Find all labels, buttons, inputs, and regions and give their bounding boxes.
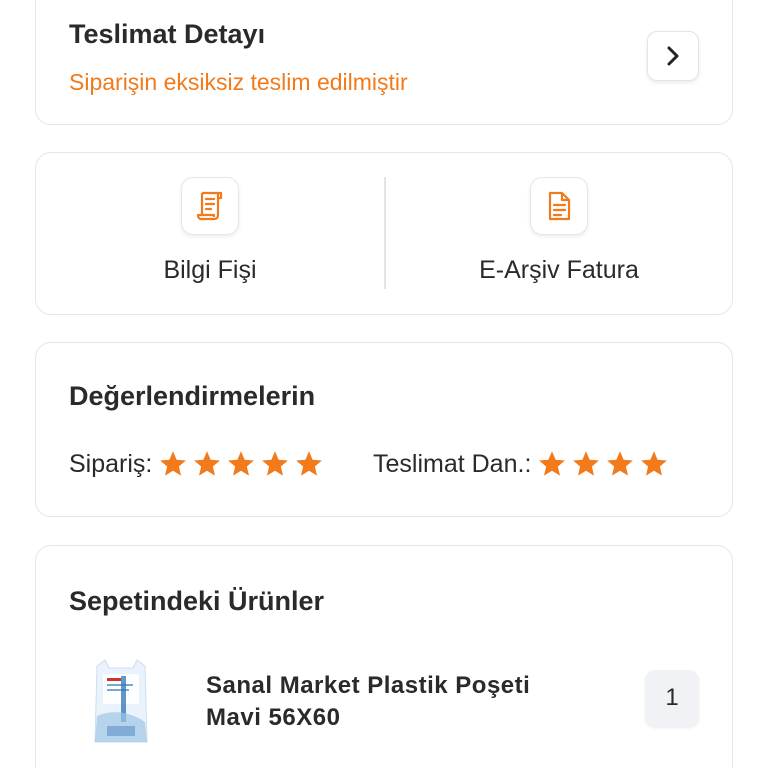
- e-archive-invoice-label: E-Arşiv Fatura: [479, 256, 639, 284]
- order-rating[interactable]: Sipariş:: [69, 449, 328, 479]
- order-rating-stars: [158, 449, 328, 479]
- plastic-bag-product-image: [94, 659, 148, 743]
- delivery-rating-stars: [537, 449, 673, 479]
- delivery-rating[interactable]: Teslimat Dan.:: [373, 449, 673, 479]
- basket-title: Sepetindeki Ürünler: [69, 586, 325, 616]
- star-icon[interactable]: [571, 449, 601, 479]
- star-icon[interactable]: [260, 449, 290, 479]
- e-archive-invoice-option[interactable]: E-Arşiv Fatura: [385, 153, 733, 316]
- receipt-label: Bilgi Fişi: [163, 256, 257, 284]
- reviews-title: Değerlendirmelerin: [69, 381, 316, 411]
- receipt-option[interactable]: Bilgi Fişi: [36, 153, 384, 316]
- delivery-detail-button[interactable]: [647, 31, 699, 81]
- star-icon[interactable]: [537, 449, 567, 479]
- star-icon[interactable]: [294, 449, 324, 479]
- invoice-icon-box: [530, 177, 588, 235]
- invoice-document-icon: [548, 191, 571, 221]
- receipt-icon: [196, 191, 223, 221]
- delivery-detail-card[interactable]: Teslimat Detayı Siparişin eksiksiz tesli…: [35, 0, 733, 125]
- chevron-right-icon: [667, 46, 679, 66]
- delivery-detail-title: Teslimat Detayı: [69, 19, 266, 49]
- star-icon[interactable]: [192, 449, 222, 479]
- product-quantity: 1: [645, 670, 699, 726]
- order-rating-label: Sipariş:: [69, 449, 153, 478]
- star-icon[interactable]: [226, 449, 256, 479]
- star-icon[interactable]: [158, 449, 188, 479]
- product-image[interactable]: [91, 656, 151, 744]
- star-icon[interactable]: [605, 449, 635, 479]
- reviews-card: Değerlendirmelerin Sipariş: Teslimat Dan…: [35, 342, 733, 517]
- documents-card: Bilgi Fişi E-Arşiv Fatura: [35, 152, 733, 315]
- star-icon[interactable]: [639, 449, 669, 479]
- delivery-rating-label: Teslimat Dan.:: [373, 449, 532, 478]
- receipt-icon-box: [181, 177, 239, 235]
- basket-card: Sepetindeki Ürünler Sanal Market Plastik…: [35, 545, 733, 768]
- delivery-status-text: Siparişin eksiksiz teslim edilmiştir: [69, 69, 408, 95]
- product-name[interactable]: Sanal Market Plastik Poşeti Mavi 56X60: [206, 670, 586, 734]
